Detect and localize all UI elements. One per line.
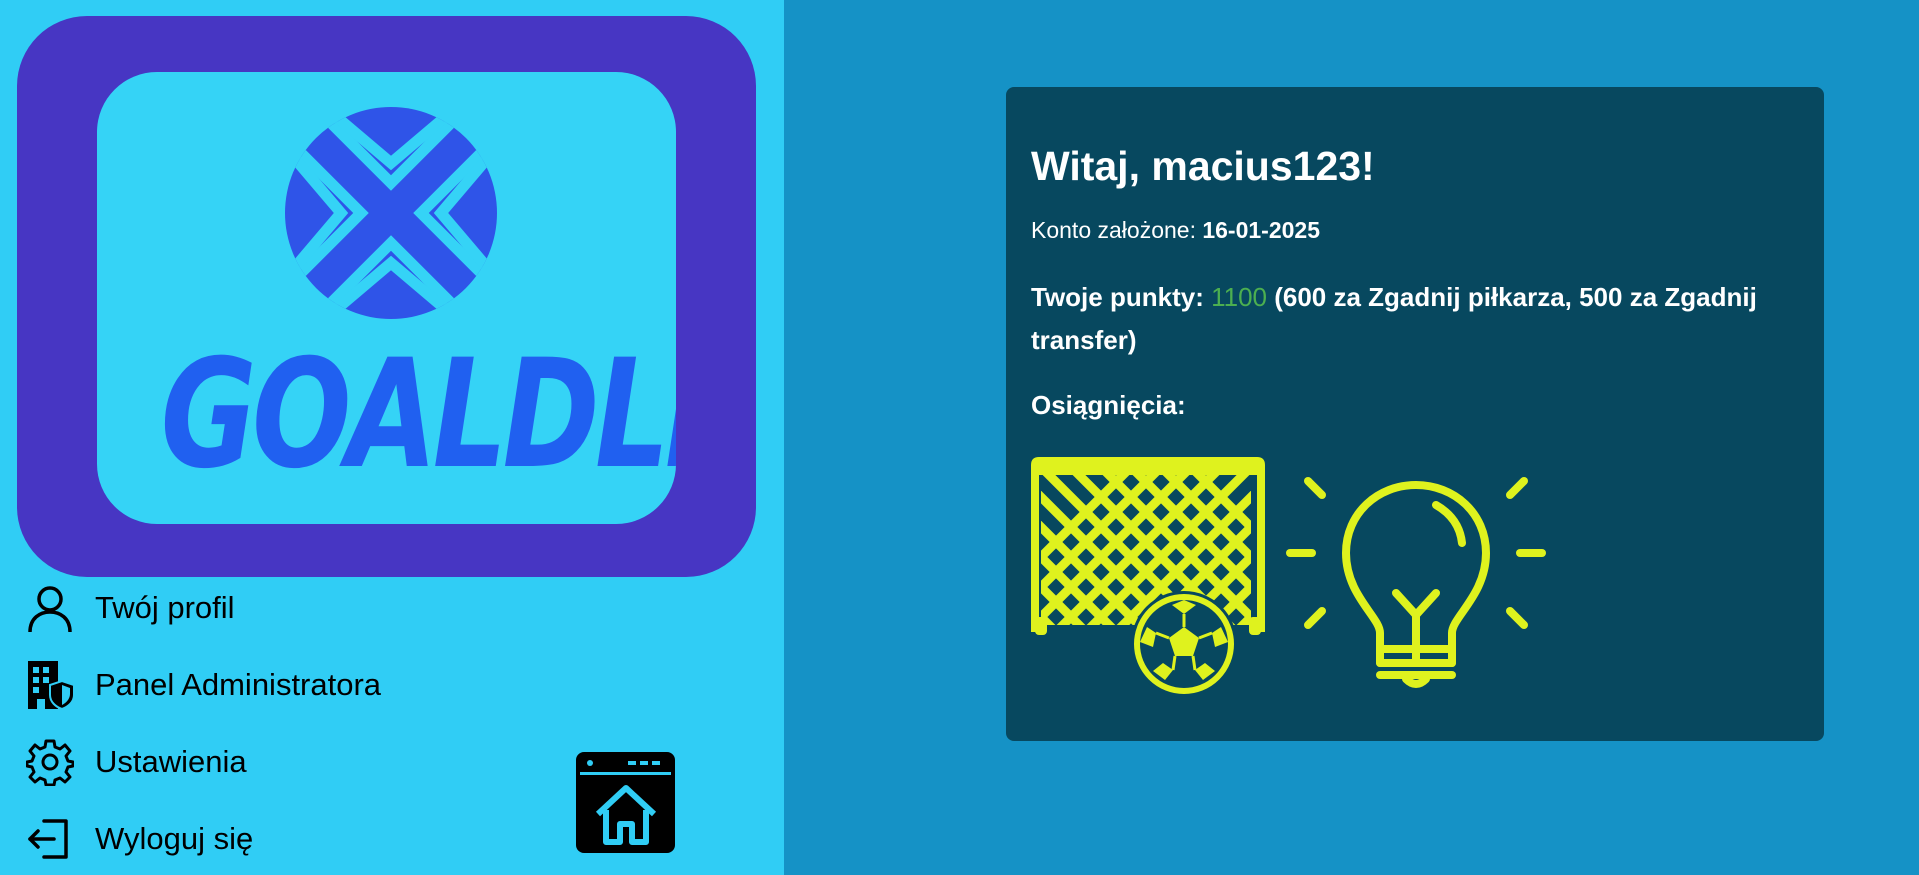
lightbulb-icon [1286, 477, 1546, 688]
greeting-heading: Witaj, macius123! [1031, 143, 1375, 189]
sidebar-item-profile[interactable]: Twój profil [22, 578, 522, 638]
points-value: 1100 [1211, 282, 1267, 312]
account-created: Konto założone: 16-01-2025 [1031, 217, 1320, 244]
sidebar-item-logout[interactable]: Wyloguj się [22, 809, 522, 869]
home-browser-icon [580, 760, 671, 845]
logout-icon [22, 811, 78, 867]
points-summary: Twoje punkty: 1100 (600 za Zgadnij piłka… [1031, 276, 1791, 362]
sidebar-item-label: Wyloguj się [95, 821, 254, 856]
sidebar-item-label: Twój profil [95, 590, 235, 625]
app-logo[interactable]: GOALDLE [17, 16, 756, 577]
building-shield-icon [22, 657, 78, 713]
home-button[interactable] [576, 752, 675, 853]
achievements-heading: Osiągnięcia: [1031, 390, 1186, 420]
profile-card: Witaj, macius123! Konto założone: 16-01-… [1006, 87, 1824, 741]
points-label: Twoje punkty: [1031, 282, 1212, 312]
soccer-goal-icon [1031, 457, 1265, 697]
logo-inner: GOALDLE [97, 72, 676, 524]
sidebar-item-settings[interactable]: Ustawienia [22, 732, 522, 792]
sidebar-item-label: Ustawienia [95, 744, 247, 779]
sidebar-item-admin-panel[interactable]: Panel Administratora [22, 655, 522, 715]
sidebar-item-label: Panel Administratora [95, 667, 382, 702]
gear-icon [22, 734, 78, 790]
account-created-label: Konto założone: [1031, 217, 1203, 243]
logo-emblem-icon [285, 107, 497, 319]
user-icon [22, 580, 78, 636]
account-created-date: 16-01-2025 [1202, 217, 1320, 243]
achievement-badge[interactable] [1286, 457, 1546, 702]
logo-wordmark: GOALDLE [160, 328, 676, 502]
sidebar: GOALDLE Twój profil [0, 0, 784, 875]
achievement-badge[interactable] [1031, 457, 1271, 702]
